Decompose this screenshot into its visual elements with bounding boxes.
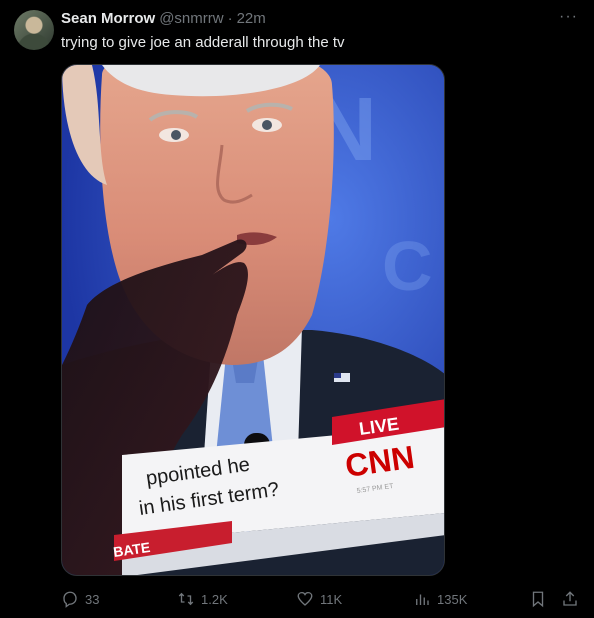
author-name[interactable]: Sean Morrow: [61, 10, 155, 27]
reply-count: 33: [85, 591, 100, 607]
avatar[interactable]: [14, 10, 54, 50]
bookmark-icon: [532, 591, 544, 608]
reply-icon: [63, 591, 77, 608]
views-button[interactable]: 135K: [413, 590, 467, 608]
like-count: 11K: [320, 591, 343, 607]
tweet-media-image[interactable]: N C LIVE CNN 5:57 PM ET ppointed he in h…: [61, 64, 445, 576]
reply-button[interactable]: 33: [61, 590, 99, 608]
media-photo: N C LIVE CNN 5:57 PM ET ppointed he in h…: [62, 65, 444, 575]
separator-dot: ·: [227, 10, 233, 27]
like-icon: [297, 591, 313, 606]
bookmark-button[interactable]: [529, 590, 547, 608]
repost-count: 1.2K: [201, 591, 228, 607]
author-handle[interactable]: @snmrrw: [159, 10, 223, 27]
like-button[interactable]: 11K: [296, 590, 342, 608]
share-icon: [563, 591, 577, 606]
timestamp[interactable]: 22m: [237, 10, 266, 27]
repost-icon: [178, 592, 194, 606]
action-bar: 33 1.2K 11K 135K: [61, 590, 581, 610]
share-button[interactable]: [561, 590, 579, 608]
views-count: 135K: [437, 591, 468, 607]
more-options-button[interactable]: ···: [559, 8, 578, 26]
views-icon: [416, 594, 429, 605]
tweet-header: Sean Morrow @snmrrw · 22m: [61, 10, 266, 27]
tweet-text: trying to give joe an adderall through t…: [61, 34, 345, 51]
repost-button[interactable]: 1.2K: [177, 590, 228, 608]
